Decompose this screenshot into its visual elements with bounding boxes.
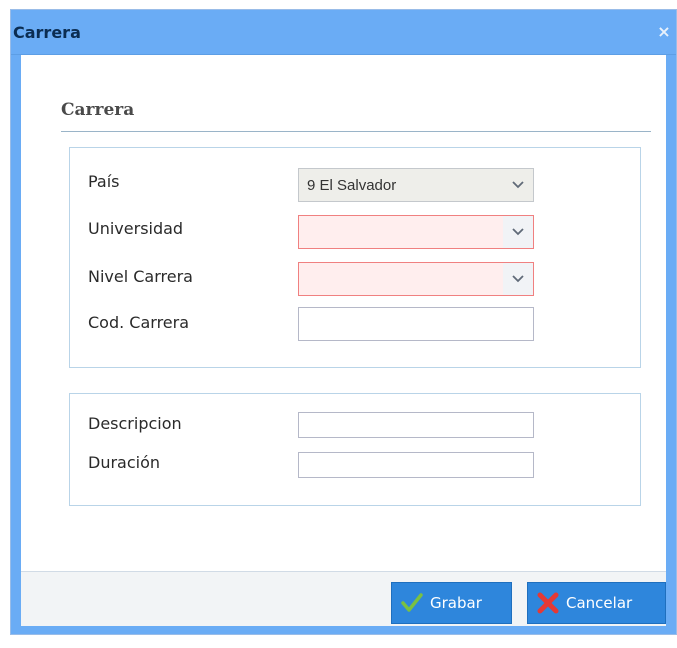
duracion-input[interactable] [298, 452, 534, 478]
cancel-button[interactable]: Cancelar [527, 582, 666, 624]
section-divider [61, 131, 651, 132]
duracion-label: Duración [88, 453, 161, 472]
descripcion-input[interactable] [298, 412, 534, 438]
x-icon [534, 590, 562, 616]
universidad-label: Universidad [88, 219, 184, 238]
dialog-title: Carrera [13, 23, 81, 42]
dialog-body: Carrera País 9 El Salvador Universidad N… [21, 55, 666, 574]
fieldset-main: País 9 El Salvador Universidad Nivel Car… [69, 147, 641, 368]
fieldset-details: Descripcion Duración [69, 393, 641, 506]
save-button[interactable]: Grabar [391, 582, 512, 624]
check-icon [398, 590, 426, 616]
descripcion-label: Descripcion [88, 414, 182, 433]
save-button-label: Grabar [430, 594, 482, 612]
cancel-button-label: Cancelar [566, 594, 633, 612]
dialog-border-bottom [11, 626, 676, 634]
dialog-border-right [666, 55, 676, 634]
close-icon[interactable]: × [654, 18, 674, 44]
chevron-down-icon[interactable] [503, 263, 533, 295]
section-title: Carrera [61, 100, 135, 120]
chevron-down-icon[interactable] [503, 216, 533, 248]
nivel-carrera-combo[interactable] [298, 262, 534, 296]
pais-value: 9 El Salvador [307, 177, 397, 194]
universidad-combo[interactable] [298, 215, 534, 249]
dialog-footer: Grabar Cancelar [21, 571, 666, 626]
chevron-down-icon[interactable] [503, 169, 533, 201]
dialog-titlebar[interactable]: Carrera × [11, 10, 676, 55]
cod-carrera-input[interactable] [298, 307, 534, 341]
dialog-border-left [11, 55, 21, 634]
pais-label: País [88, 172, 120, 191]
nivel-carrera-label: Nivel Carrera [88, 267, 193, 286]
carrera-dialog: Carrera × Carrera País 9 El Salvador Uni… [10, 9, 677, 635]
pais-combo[interactable]: 9 El Salvador [298, 168, 534, 202]
cod-carrera-label: Cod. Carrera [88, 313, 190, 332]
